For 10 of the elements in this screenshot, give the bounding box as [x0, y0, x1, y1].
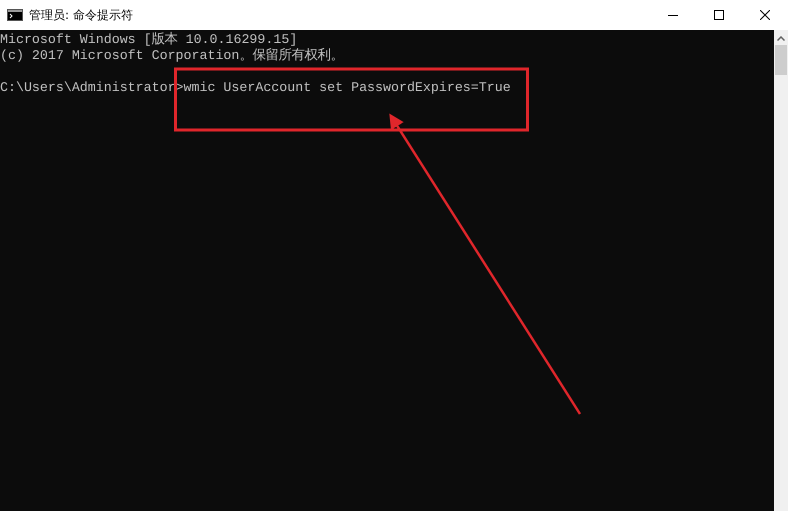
minimize-icon: [668, 14, 678, 16]
scrollbar-thumb[interactable]: [775, 45, 787, 75]
close-icon: [760, 10, 770, 20]
console-line: Microsoft Windows [版本 10.0.16299.15]: [0, 32, 298, 48]
window-title: 管理员: 命令提示符: [29, 6, 134, 24]
scrollbar[interactable]: [774, 30, 788, 511]
scroll-up-icon: [777, 36, 785, 41]
maximize-icon: [714, 10, 724, 20]
console-line: (c) 2017 Microsoft Corporation。保留所有权利。: [0, 48, 344, 64]
console-app-icon: [7, 9, 23, 21]
